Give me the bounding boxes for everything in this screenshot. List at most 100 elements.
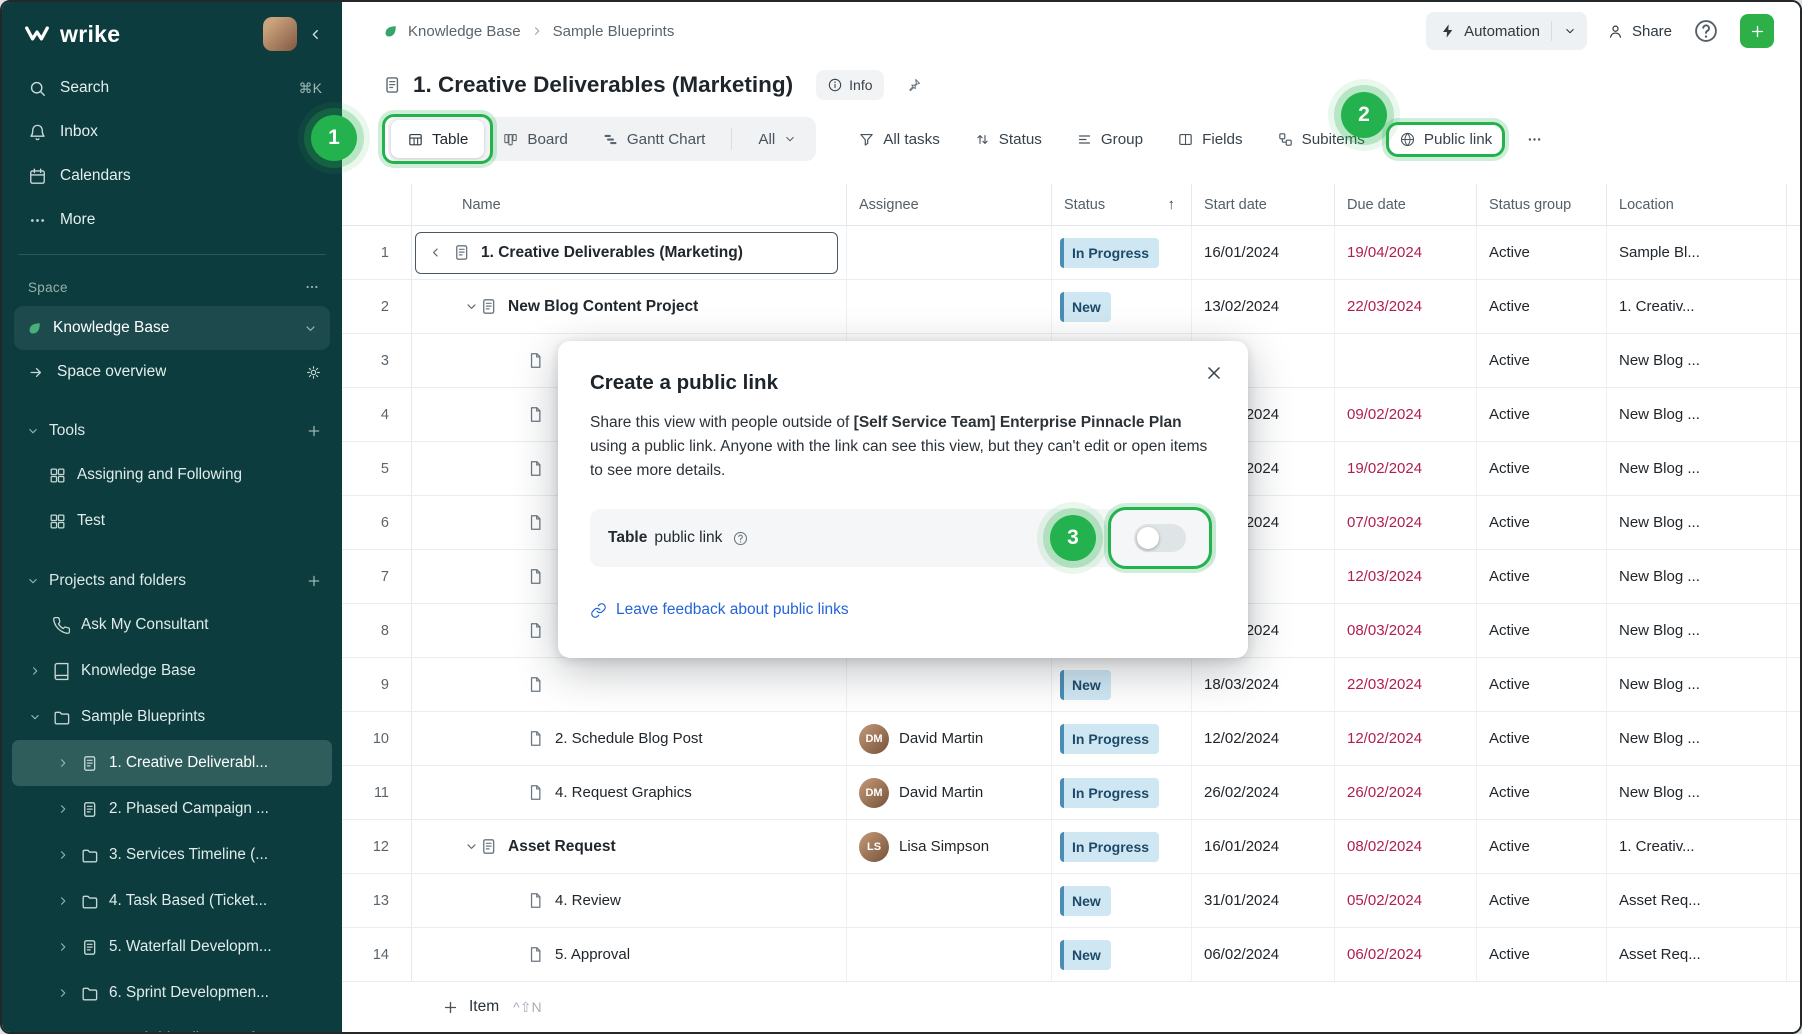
public-link-button[interactable]: 2 Public link — [1399, 131, 1492, 148]
sidebar-item-5-waterfall-developm[interactable]: 5. Waterfall Developm... — [12, 924, 332, 970]
column-header-location[interactable]: Location — [1607, 184, 1787, 225]
start-date-cell[interactable]: 06/02/2024 — [1192, 928, 1335, 981]
pin-button[interactable] — [905, 77, 922, 94]
start-date-cell[interactable]: 26/02/2024 — [1192, 766, 1335, 819]
files-cell[interactable] — [1787, 658, 1800, 711]
status-group-cell[interactable]: Active — [1477, 280, 1607, 333]
due-date-cell[interactable]: 12/03/2024 — [1335, 550, 1477, 603]
due-date-cell[interactable]: 09/02/2024 — [1335, 388, 1477, 441]
column-header-due-date[interactable]: Due date — [1335, 184, 1477, 225]
start-date-cell[interactable]: 18/03/2024 — [1192, 658, 1335, 711]
name-cell[interactable] — [412, 658, 847, 711]
sidebar-item-calendars[interactable]: Calendars — [2, 154, 342, 198]
column-header-status-group[interactable]: Status group — [1477, 184, 1607, 225]
user-avatar[interactable] — [263, 17, 297, 51]
name-cell[interactable]: Asset Request — [412, 820, 847, 873]
space-menu-dots-icon[interactable] — [304, 279, 320, 295]
files-cell[interactable] — [1787, 334, 1800, 387]
location-cell[interactable]: Asset Req... — [1607, 928, 1787, 981]
location-cell[interactable]: Asset Req... — [1607, 874, 1787, 927]
help-button[interactable] — [1692, 17, 1720, 45]
sort-ascending-indicator[interactable]: ↑ — [1168, 196, 1176, 213]
public-link-toggle[interactable] — [1134, 524, 1186, 552]
due-date-cell[interactable]: 08/02/2024 — [1335, 820, 1477, 873]
sidebar-item-2-phased-campaign[interactable]: 2. Phased Campaign ... — [12, 786, 332, 832]
location-cell[interactable]: New Blog ... — [1607, 766, 1787, 819]
sidebar-item-4-task-based-ticket[interactable]: 4. Task Based (Ticket... — [12, 878, 332, 924]
column-header-start-date[interactable]: Start date — [1192, 184, 1335, 225]
status-badge[interactable]: In Progress — [1060, 778, 1159, 808]
files-cell[interactable] — [1787, 550, 1800, 603]
name-cell[interactable]: 5. Approval — [412, 928, 847, 981]
sidebar-item-test[interactable]: Test — [12, 498, 332, 544]
status-group-cell[interactable]: Active — [1477, 334, 1607, 387]
status-group-cell[interactable]: Active — [1477, 442, 1607, 495]
status-badge[interactable]: In Progress — [1060, 832, 1159, 862]
assignee-cell[interactable] — [847, 280, 1052, 333]
location-cell[interactable]: 1. Creativ... — [1607, 280, 1787, 333]
status-group-cell[interactable]: Active — [1477, 388, 1607, 441]
start-date-cell[interactable]: 13/02/2024 — [1192, 280, 1335, 333]
share-button[interactable]: Share — [1607, 23, 1672, 40]
sidebar-item-3-services-timeline[interactable]: 3. Services Timeline (... — [12, 832, 332, 878]
feedback-link[interactable]: Leave feedback about public links — [590, 601, 849, 619]
status-cell[interactable]: In Progress — [1052, 226, 1192, 279]
sidebar-item-search[interactable]: Search ⌘K — [2, 66, 342, 110]
files-cell[interactable] — [1787, 280, 1800, 333]
breadcrumb-knowledge-base[interactable]: Knowledge Base — [408, 23, 521, 40]
status-group-cell[interactable]: Active — [1477, 820, 1607, 873]
files-cell[interactable] — [1787, 226, 1800, 279]
status-cell[interactable]: In Progress — [1052, 766, 1192, 819]
files-cell[interactable] — [1787, 820, 1800, 873]
create-new-button[interactable] — [1740, 14, 1774, 48]
status-badge[interactable]: New — [1060, 886, 1111, 916]
space-settings-gear-icon[interactable] — [305, 364, 322, 381]
column-header-assignee[interactable]: Assignee — [847, 184, 1052, 225]
location-cell[interactable]: New Blog ... — [1607, 388, 1787, 441]
status-badge[interactable]: New — [1060, 670, 1111, 700]
add-project-button[interactable] — [306, 573, 322, 589]
due-date-cell[interactable]: 22/03/2024 — [1335, 658, 1477, 711]
location-cell[interactable]: New Blog ... — [1607, 604, 1787, 657]
add-tool-button[interactable] — [306, 423, 322, 439]
location-cell[interactable]: Sample Bl... — [1607, 226, 1787, 279]
files-cell[interactable] — [1787, 604, 1800, 657]
name-cell[interactable]: 1. Creative Deliverables (Marketing) — [412, 226, 847, 279]
status-badge[interactable]: New — [1060, 940, 1111, 970]
status-group-cell[interactable]: Active — [1477, 226, 1607, 279]
due-date-cell[interactable] — [1335, 334, 1477, 387]
files-cell[interactable] — [1787, 766, 1800, 819]
toolbar-more-button[interactable] — [1526, 131, 1543, 148]
due-date-cell[interactable]: 22/03/2024 — [1335, 280, 1477, 333]
status-cell[interactable]: In Progress — [1052, 712, 1192, 765]
start-date-cell[interactable]: 16/01/2024 — [1192, 820, 1335, 873]
view-tab-table[interactable]: 1 Table — [391, 120, 484, 158]
status-badge[interactable]: In Progress — [1060, 238, 1159, 268]
status-badge[interactable]: In Progress — [1060, 724, 1159, 754]
status-group-cell[interactable]: Active — [1477, 766, 1607, 819]
status-group-cell[interactable]: Active — [1477, 928, 1607, 981]
location-cell[interactable]: New Blog ... — [1607, 496, 1787, 549]
name-cell[interactable]: New Blog Content Project — [412, 280, 847, 333]
selected-item-outline[interactable]: 1. Creative Deliverables (Marketing) — [415, 232, 838, 274]
assignee-cell[interactable] — [847, 874, 1052, 927]
status-group-cell[interactable]: Active — [1477, 496, 1607, 549]
assignee-cell[interactable] — [847, 928, 1052, 981]
help-question-icon[interactable] — [732, 530, 749, 547]
due-date-cell[interactable]: 05/02/2024 — [1335, 874, 1477, 927]
status-group-cell[interactable]: Active — [1477, 550, 1607, 603]
sidebar-item-ask-my-consultant[interactable]: Ask My Consultant — [12, 602, 332, 648]
assignee-cell[interactable]: LSLisa Simpson — [847, 820, 1052, 873]
sidebar-item-1-creative-deliverabl[interactable]: 1. Creative Deliverabl... — [12, 740, 332, 786]
name-cell[interactable]: 4. Review — [412, 874, 847, 927]
sidebar-item-assigning-and-following[interactable]: Assigning and Following — [12, 452, 332, 498]
sidebar-collapse-button[interactable] — [307, 26, 324, 43]
location-cell[interactable]: New Blog ... — [1607, 334, 1787, 387]
info-button[interactable]: Info — [816, 70, 883, 100]
column-header-name[interactable]: Name — [412, 184, 847, 225]
start-date-cell[interactable]: 12/02/2024 — [1192, 712, 1335, 765]
sidebar-item-sample-blueprints[interactable]: Sample Blueprints — [12, 694, 332, 740]
automation-button[interactable]: Automation — [1426, 12, 1587, 50]
assignee-cell[interactable]: DMDavid Martin — [847, 766, 1052, 819]
assignee-cell[interactable] — [847, 226, 1052, 279]
